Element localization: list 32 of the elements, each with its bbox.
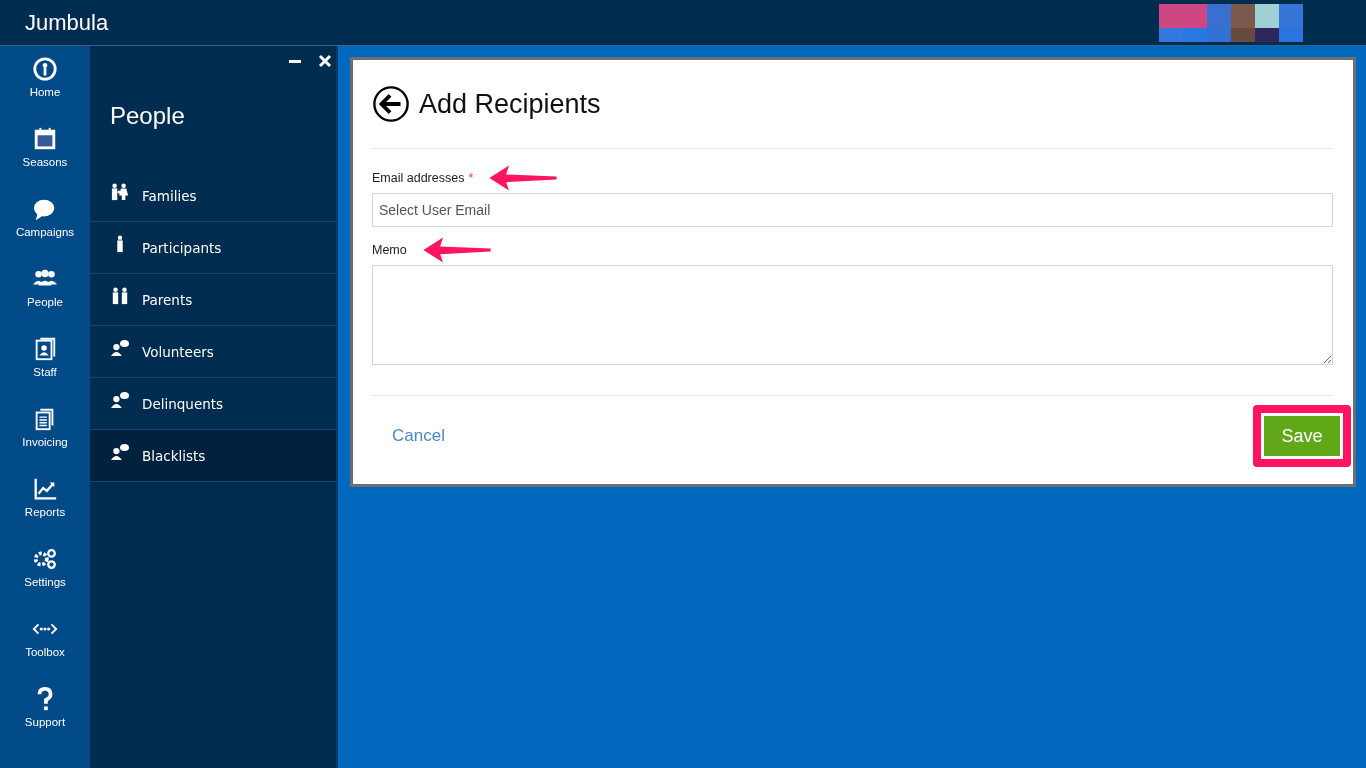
panel-menu-item[interactable]: Participants bbox=[90, 222, 336, 274]
field-label: Memo bbox=[372, 243, 407, 257]
rail-nav-item[interactable]: Reports bbox=[0, 476, 90, 546]
panel-menu-item[interactable]: Parents bbox=[90, 274, 336, 326]
two-people-icon bbox=[110, 286, 130, 305]
app-logo-text: Jumbula bbox=[25, 9, 109, 36]
page-title: Add Recipients bbox=[419, 88, 601, 120]
rail-nav-item[interactable]: Support bbox=[0, 686, 90, 756]
panel-menu-item[interactable]: Blacklists bbox=[90, 430, 336, 482]
rail-nav-item[interactable]: Toolbox bbox=[0, 616, 90, 686]
rail-nav-item[interactable]: Staff bbox=[0, 336, 90, 406]
panel-title: People bbox=[109, 101, 186, 131]
person-speech-icon bbox=[110, 390, 130, 409]
cancel-link[interactable]: Cancel bbox=[392, 426, 445, 446]
panel-menu-item[interactable]: Families bbox=[90, 170, 336, 222]
rail-nav-item[interactable]: Home bbox=[0, 56, 90, 126]
rail-nav-item[interactable]: Settings bbox=[0, 546, 90, 616]
email-select-field[interactable]: Select User Email bbox=[372, 193, 1333, 227]
rail-nav-item[interactable]: Seasons bbox=[0, 126, 90, 196]
calendar-icon bbox=[32, 126, 58, 152]
gears-icon bbox=[32, 546, 58, 572]
home-icon bbox=[32, 56, 58, 82]
rail-nav-item[interactable]: Invoicing bbox=[0, 406, 90, 476]
field-label: Email addresses * bbox=[372, 171, 474, 185]
close-icon[interactable] bbox=[318, 54, 332, 68]
rail-nav-item[interactable]: People bbox=[0, 266, 90, 336]
panel-menu-item[interactable]: Volunteers bbox=[90, 326, 336, 378]
chart-icon bbox=[32, 476, 58, 502]
person-speech-icon bbox=[110, 338, 130, 357]
rail-nav-item[interactable]: Campaigns bbox=[0, 196, 90, 266]
person-speech-icon bbox=[110, 442, 130, 461]
two-people-icon bbox=[110, 182, 130, 201]
